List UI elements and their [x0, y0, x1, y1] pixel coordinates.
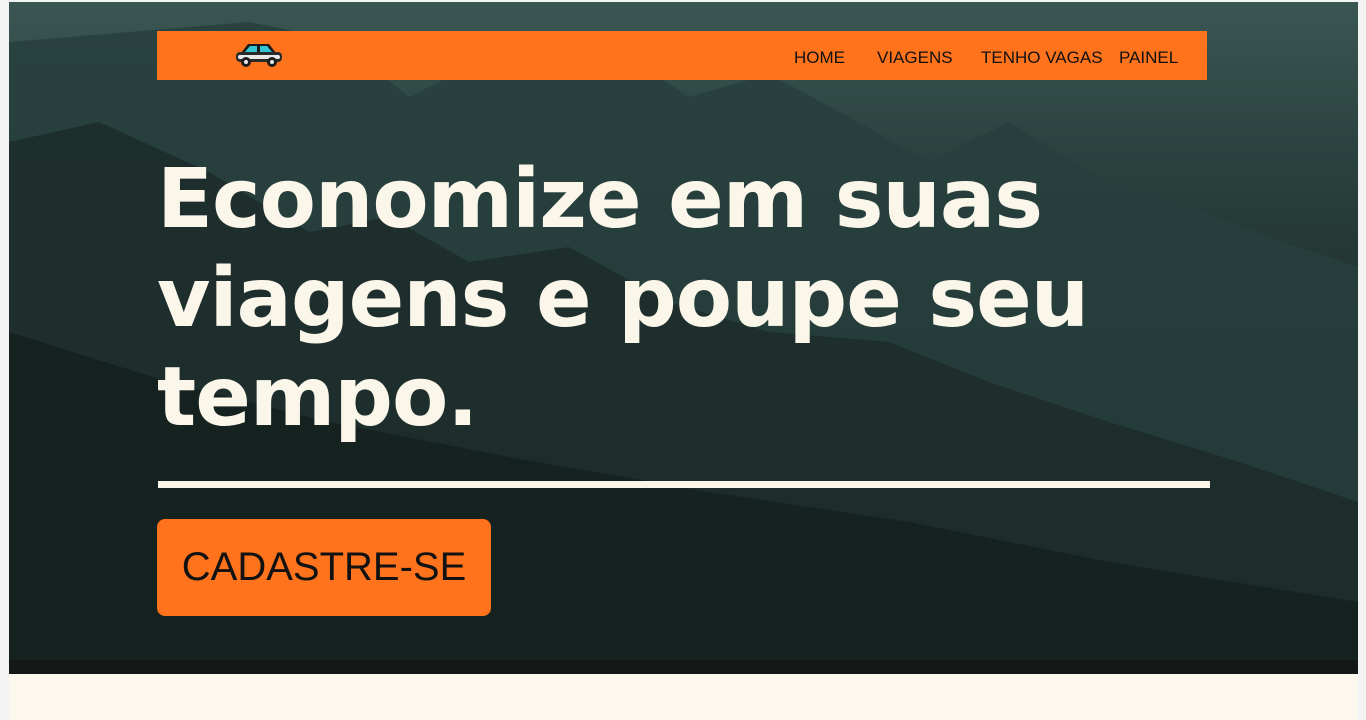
hero-bottom-strip	[9, 660, 1358, 674]
top-navbar: HOME VIAGENS TENHO VAGAS PAINEL	[157, 31, 1207, 80]
hero-headline: Economize em suas viagens e poupe seu te…	[157, 150, 1157, 447]
car-icon[interactable]	[233, 39, 285, 71]
nav-link-tenho-vagas[interactable]: TENHO VAGAS	[981, 48, 1103, 68]
hero-divider	[158, 481, 1210, 488]
nav-link-viagens[interactable]: VIAGENS	[877, 48, 953, 68]
hero-section: HOME VIAGENS TENHO VAGAS PAINEL Economiz…	[9, 2, 1358, 674]
headline-line-1: Economize em suas	[157, 152, 1043, 247]
nav-link-painel[interactable]: PAINEL	[1119, 48, 1178, 68]
nav-link-home[interactable]: HOME	[794, 48, 845, 68]
headline-line-3: tempo.	[157, 350, 478, 445]
signup-button[interactable]: CADASTRE-SE	[157, 519, 491, 616]
page: HOME VIAGENS TENHO VAGAS PAINEL Economiz…	[9, 2, 1358, 720]
headline-line-2: viagens e poupe seu	[157, 251, 1089, 346]
